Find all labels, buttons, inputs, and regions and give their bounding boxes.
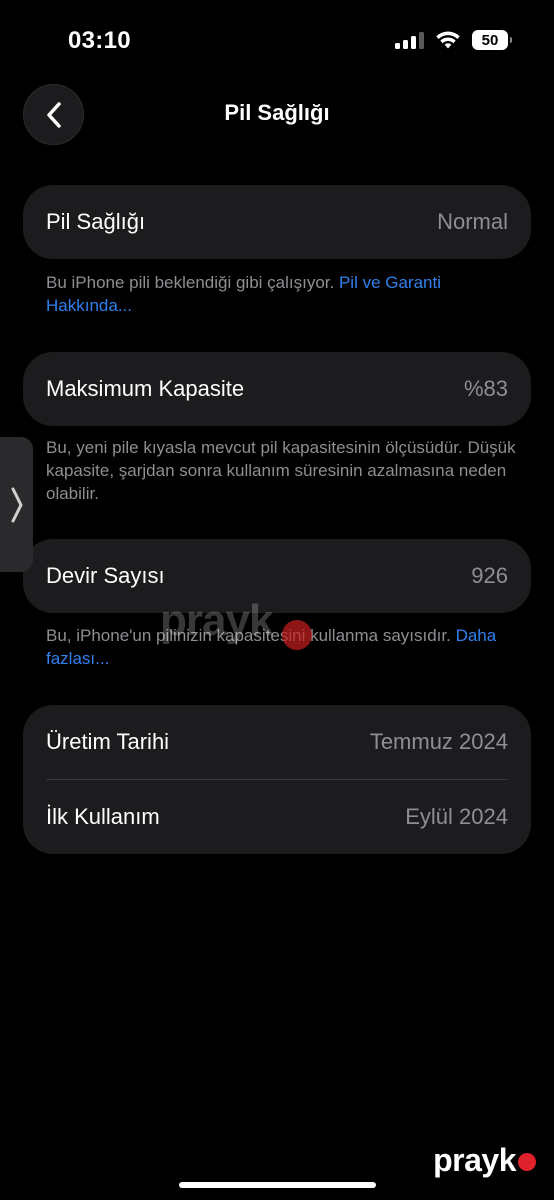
watermark-logo-center: prayk xyxy=(160,596,273,645)
manufacture-date-value: Temmuz 2024 xyxy=(369,729,508,754)
cycle-count-row: Devir Sayısı 926 xyxy=(23,539,531,613)
dates-card: Üretim Tarihi Temmuz 2024 İlk Kullanım E… xyxy=(23,705,531,854)
watermark-dot-corner xyxy=(518,1153,536,1171)
cycle-count-card: Devir Sayısı 926 xyxy=(23,539,531,613)
page-title: Pil Sağlığı xyxy=(224,100,330,125)
cycle-count-value: 926 xyxy=(471,563,508,588)
side-handle-tab[interactable] xyxy=(0,437,33,572)
max-capacity-note: Bu, yeni pile kıyasla mevcut pil kapasit… xyxy=(46,438,516,503)
cellular-signal-icon xyxy=(395,31,424,49)
first-use-value: Eylül 2024 xyxy=(405,804,508,829)
first-use-label: İlk Kullanım xyxy=(46,804,160,829)
manufacture-date-label: Üretim Tarihi xyxy=(46,729,170,754)
battery-health-label: Pil Sağlığı xyxy=(46,209,146,234)
home-indicator[interactable] xyxy=(179,1182,376,1188)
battery-health-note: Bu iPhone pili beklendiği gibi çalışıyor… xyxy=(46,271,516,317)
status-time: 03:10 xyxy=(68,27,131,54)
status-bar: 03:10 50 xyxy=(0,0,554,80)
battery-health-note-text: Bu iPhone pili beklendiği gibi çalışıyor… xyxy=(46,273,339,292)
max-capacity-row: Maksimum Kapasite %83 xyxy=(23,352,531,426)
status-icons: 50 xyxy=(395,30,512,50)
max-capacity-value: %83 xyxy=(463,376,508,401)
first-use-row: İlk Kullanım Eylül 2024 xyxy=(23,780,531,854)
max-capacity-label: Maksimum Kapasite xyxy=(46,376,245,401)
cycle-count-label: Devir Sayısı xyxy=(46,563,165,588)
manufacture-date-row: Üretim Tarihi Temmuz 2024 xyxy=(23,705,531,779)
watermark-logo-corner: prayk xyxy=(433,1142,516,1178)
chevron-right-icon xyxy=(11,487,22,522)
battery-level: 50 xyxy=(481,31,499,49)
battery-health-card: Pil Sağlığı Normal xyxy=(23,185,531,259)
battery-health-row: Pil Sağlığı Normal xyxy=(23,185,531,259)
max-capacity-card: Maksimum Kapasite %83 xyxy=(23,352,531,426)
watermark-dot-center xyxy=(282,620,312,650)
battery-health-value: Normal xyxy=(437,209,508,234)
battery-icon: 50 xyxy=(472,30,512,50)
cycle-count-note: Bu, iPhone'un pilinizin kapasitesini kul… xyxy=(46,624,516,670)
wifi-icon xyxy=(436,31,460,49)
